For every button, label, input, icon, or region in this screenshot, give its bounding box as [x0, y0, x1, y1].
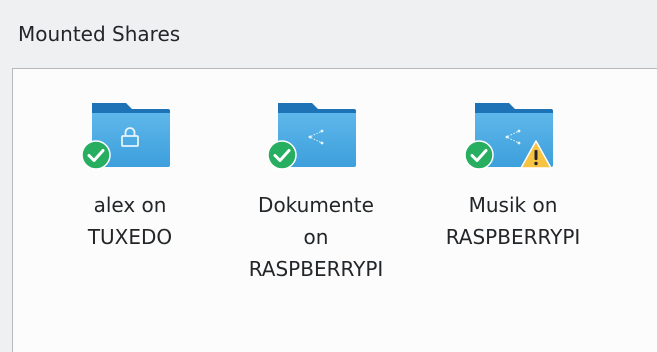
share-label-line: RASPBERRYPI [248, 257, 384, 281]
warning-icon [519, 139, 553, 171]
share-label-line: RASPBERRYPI [445, 225, 581, 249]
share-label-line: TUXEDO [87, 225, 173, 249]
share-label-line: Dokumente [258, 193, 374, 217]
share-label-line: alex on [93, 193, 167, 217]
folder-icon [80, 87, 180, 179]
share-label-line: on [303, 225, 329, 249]
check-icon [266, 139, 298, 171]
panel-title: Mounted Shares [18, 22, 181, 46]
share-item-dokumente-raspberrypi[interactable]: Dokumente on RASPBERRYPI [226, 87, 406, 285]
check-icon [80, 139, 112, 171]
mounted-shares-window: Mounted Shares alex on TUXEDO Dokumente … [0, 0, 657, 352]
check-icon [463, 139, 495, 171]
folder-icon [266, 87, 366, 179]
lock-icon [118, 125, 142, 149]
share-label-line: Musik on [468, 193, 558, 217]
share-label: alex on TUXEDO [40, 189, 220, 253]
share-item-musik-raspberrypi[interactable]: Musik on RASPBERRYPI [423, 87, 603, 253]
share-label: Dokumente on RASPBERRYPI [226, 189, 406, 285]
folder-icon [463, 87, 563, 179]
share-label: Musik on RASPBERRYPI [423, 189, 603, 253]
share-item-alex-tuxedo[interactable]: alex on TUXEDO [40, 87, 220, 253]
network-share-icon [304, 125, 328, 149]
shares-view[interactable]: alex on TUXEDO Dokumente on RASPBERRYPI … [12, 68, 657, 352]
